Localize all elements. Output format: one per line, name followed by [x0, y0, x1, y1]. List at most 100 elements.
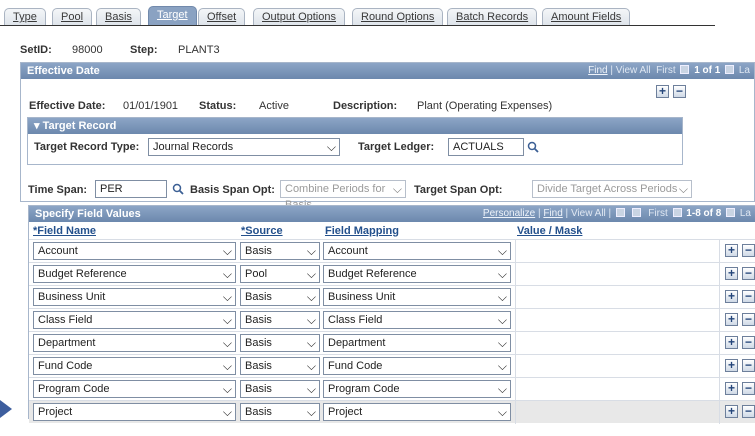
- target-record-type-label: Target Record Type:: [34, 141, 140, 153]
- first-link[interactable]: First: [656, 65, 675, 76]
- prev-icon[interactable]: [680, 65, 690, 74]
- column-divider: [515, 332, 516, 355]
- row-count: 1-8 of 8: [686, 208, 722, 219]
- add-row-icon[interactable]: +: [656, 85, 669, 98]
- status-value: Active: [259, 100, 289, 112]
- last-link[interactable]: La: [740, 208, 751, 219]
- chevron-down-icon: ⌵: [306, 359, 316, 373]
- tab-pool[interactable]: Pool: [52, 8, 93, 26]
- download-icon[interactable]: [631, 208, 641, 217]
- add-row-icon[interactable]: +: [725, 382, 738, 395]
- column-divider: [515, 286, 516, 309]
- field-mapping-select[interactable]: Account ⌵: [323, 242, 511, 260]
- find-link[interactable]: Find: [543, 208, 562, 219]
- field-mapping-select[interactable]: Department ⌵: [323, 334, 511, 352]
- column-divider: [719, 378, 720, 401]
- field-name-select[interactable]: Account ⌵: [33, 242, 236, 260]
- delete-row-icon[interactable]: −: [742, 359, 755, 372]
- tab-basis[interactable]: Basis: [96, 8, 141, 26]
- tab-offset[interactable]: Offset: [198, 8, 246, 26]
- add-row-icon[interactable]: +: [725, 405, 738, 418]
- find-link[interactable]: Find: [588, 65, 607, 76]
- source-select[interactable]: Basis ⌵: [240, 380, 320, 398]
- col-source[interactable]: *Source: [241, 224, 283, 239]
- prev-icon[interactable]: [672, 208, 682, 217]
- tab-type[interactable]: Type: [4, 8, 46, 26]
- source-select[interactable]: Basis ⌵: [240, 403, 320, 421]
- table-row: Business Unit ⌵ Basis ⌵ Business Unit ⌵ + −: [29, 285, 755, 309]
- target-record-panel: ▾ Target Record Target Record Type: Jour…: [27, 117, 683, 165]
- time-span-label: Time Span:: [28, 184, 88, 196]
- delete-row-icon[interactable]: −: [742, 244, 755, 257]
- field-values-grid: Specify Field Values Personalize | Find …: [28, 205, 755, 424]
- delete-row-icon[interactable]: −: [742, 290, 755, 303]
- add-row-icon[interactable]: +: [725, 313, 738, 326]
- field-name-select[interactable]: Program Code ⌵: [33, 380, 236, 398]
- last-link[interactable]: La: [739, 65, 750, 76]
- field-mapping-select[interactable]: Class Field ⌵: [323, 311, 511, 329]
- field-mapping-select[interactable]: Budget Reference ⌵: [323, 265, 511, 283]
- zoom-icon[interactable]: [615, 208, 625, 217]
- col-field-mapping[interactable]: Field Mapping: [325, 224, 399, 239]
- add-row-icon[interactable]: +: [725, 244, 738, 257]
- first-link[interactable]: First: [648, 208, 667, 219]
- source-select[interactable]: Basis ⌵: [240, 288, 320, 306]
- field-name-select[interactable]: Fund Code ⌵: [33, 357, 236, 375]
- delete-row-icon[interactable]: −: [742, 336, 755, 349]
- source-select[interactable]: Basis ⌵: [240, 357, 320, 375]
- field-name-select[interactable]: Budget Reference ⌵: [33, 265, 236, 283]
- chevron-down-icon: ⌵: [392, 182, 402, 196]
- next-icon[interactable]: [726, 208, 736, 217]
- source-select[interactable]: Basis ⌵: [240, 334, 320, 352]
- table-row: Department ⌵ Basis ⌵ Department ⌵ + −: [29, 331, 755, 355]
- delete-row-icon[interactable]: −: [673, 85, 686, 98]
- field-mapping-select[interactable]: Program Code ⌵: [323, 380, 511, 398]
- tab-batch-records[interactable]: Batch Records: [447, 8, 538, 26]
- field-name-select[interactable]: Class Field ⌵: [33, 311, 236, 329]
- add-row-icon[interactable]: +: [725, 290, 738, 303]
- collapse-icon[interactable]: ▾: [34, 120, 40, 132]
- tab-amount-fields[interactable]: Amount Fields: [542, 8, 631, 26]
- add-row-icon[interactable]: +: [725, 359, 738, 372]
- delete-row-icon[interactable]: −: [742, 267, 755, 280]
- source-select[interactable]: Pool ⌵: [240, 265, 320, 283]
- field-mapping-select[interactable]: Project ⌵: [323, 403, 511, 421]
- step-label: Step:: [130, 44, 158, 56]
- table-row: Project ⌵ Basis ⌵ Project ⌵ + −: [29, 400, 755, 424]
- add-row-icon[interactable]: +: [725, 267, 738, 280]
- source-select[interactable]: Basis ⌵: [240, 242, 320, 260]
- target-ledger-input[interactable]: ACTUALS: [448, 138, 524, 156]
- column-divider: [515, 263, 516, 286]
- target-span-opt-select[interactable]: Divide Target Across Periods ⌵: [532, 180, 692, 198]
- source-select[interactable]: Basis ⌵: [240, 311, 320, 329]
- target-record-type-select[interactable]: Journal Records ⌵: [148, 138, 340, 156]
- add-row-icon[interactable]: +: [725, 336, 738, 349]
- tab-target[interactable]: Target: [148, 6, 197, 26]
- next-icon[interactable]: [725, 65, 735, 74]
- col-value-mask[interactable]: Value / Mask: [517, 224, 582, 239]
- delete-row-icon[interactable]: −: [742, 382, 755, 395]
- field-mapping-select[interactable]: Business Unit ⌵: [323, 288, 511, 306]
- field-name-select[interactable]: Project ⌵: [33, 403, 236, 421]
- field-name-select[interactable]: Business Unit ⌵: [33, 288, 236, 306]
- personalize-link[interactable]: Personalize: [483, 208, 535, 219]
- col-field-name[interactable]: *Field Name: [33, 224, 96, 239]
- view-all-link[interactable]: View All: [571, 208, 606, 219]
- chevron-down-icon: ⌵: [497, 336, 507, 350]
- view-all-link[interactable]: View All: [616, 65, 651, 76]
- tab-round-options[interactable]: Round Options: [352, 8, 444, 26]
- chevron-down-icon: ⌵: [497, 290, 507, 304]
- basis-span-opt-select[interactable]: Combine Periods for Basis⌵: [280, 180, 406, 211]
- search-icon[interactable]: [172, 183, 184, 195]
- target-record-header[interactable]: ▾ Target Record: [28, 118, 682, 134]
- field-name-select[interactable]: Department ⌵: [33, 334, 236, 352]
- delete-row-icon[interactable]: −: [742, 405, 755, 418]
- chevron-down-icon: ⌵: [497, 244, 507, 258]
- time-span-input[interactable]: PER: [95, 180, 167, 198]
- tab-output-options[interactable]: Output Options: [253, 8, 345, 26]
- target-span-opt-label: Target Span Opt:: [414, 184, 503, 196]
- field-mapping-select[interactable]: Fund Code ⌵: [323, 357, 511, 375]
- chevron-down-icon: ⌵: [306, 405, 316, 419]
- search-icon[interactable]: [527, 141, 539, 153]
- delete-row-icon[interactable]: −: [742, 313, 755, 326]
